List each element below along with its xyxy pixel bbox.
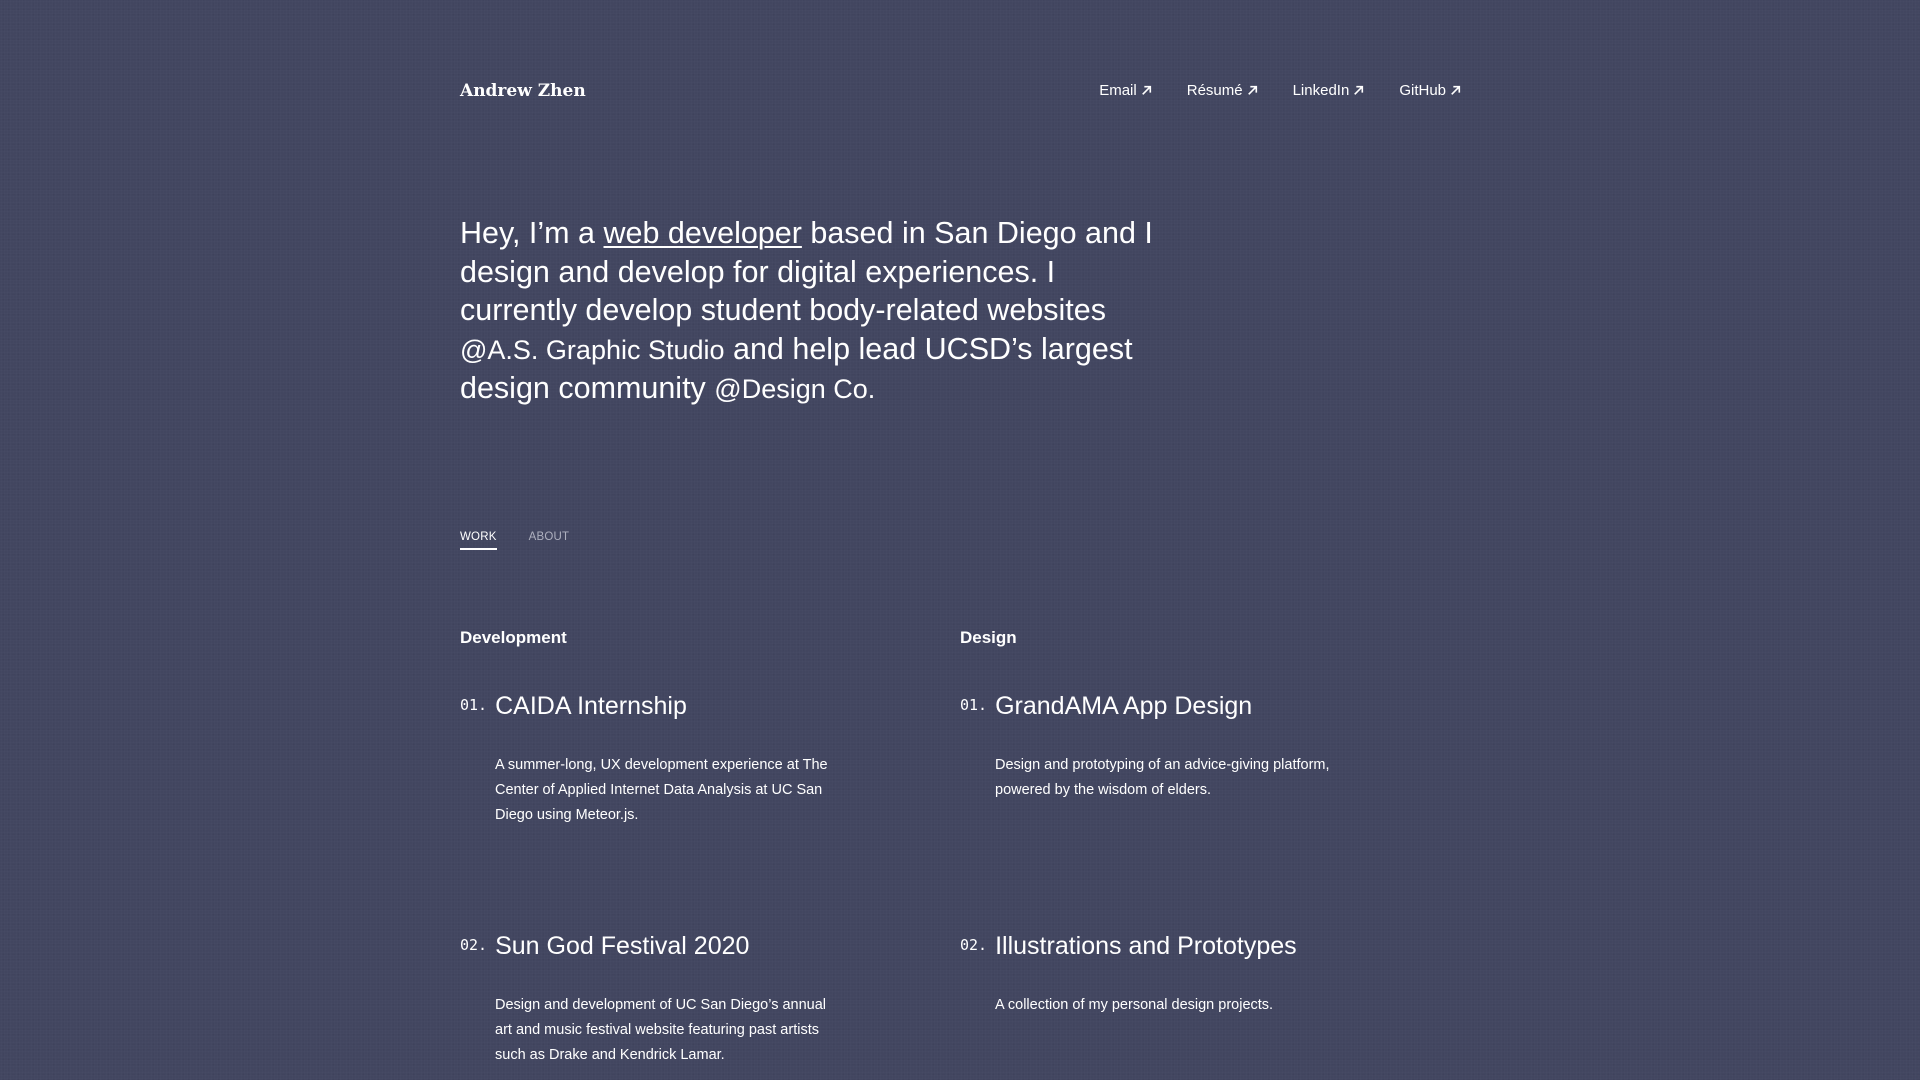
arrow-up-right-icon [1451,85,1461,95]
page: Andrew Zhen Email Résumé LinkedIn GitHub… [460,0,1462,1080]
project-card[interactable]: 01. CAIDA Internship A summer-long, UX d… [460,692,930,828]
project-card[interactable]: 01. GrandAMA App Design Design and proto… [960,692,1430,803]
top-nav: Email Résumé LinkedIn GitHub [1099,82,1462,99]
project-title[interactable]: GrandAMA App Design [995,692,1252,721]
project-number: 01. [960,696,988,714]
site-header: Andrew Zhen Email Résumé LinkedIn GitHub [460,80,1462,104]
project-header: 02. Sun God Festival 2020 [460,932,930,961]
nav-link-label: Email [1099,82,1137,99]
web-developer-link[interactable]: web developer [604,216,802,250]
project-card[interactable]: 02. Sun God Festival 2020 Design and dev… [460,932,930,1068]
project-description: Design and prototyping of an advice-givi… [995,757,1330,798]
section-title: Development [460,628,567,647]
nav-link-label: GitHub [1399,82,1446,99]
content-tabs: WORK ABOUT [460,531,569,550]
design-co-link[interactable]: @Design Co. [714,374,875,404]
as-graphic-studio-link[interactable]: @A.S. Graphic Studio [460,335,725,365]
arrow-up-right-icon [1247,85,1257,95]
project-header: 01. GrandAMA App Design [960,692,1430,721]
tab-work[interactable]: WORK [460,531,497,550]
project-description: A collection of my personal design proje… [995,997,1274,1013]
nav-link-label: LinkedIn [1292,82,1350,99]
project-title[interactable]: Illustrations and Prototypes [995,932,1297,961]
site-logo[interactable]: Andrew Zhen [460,81,586,101]
project-number: 01. [460,696,488,714]
project-title[interactable]: CAIDA Internship [495,692,687,721]
nav-link-resume[interactable]: Résumé [1187,82,1259,99]
project-card[interactable]: 02. Illustrations and Prototypes A colle… [960,932,1430,1018]
project-description: Design and development of UC San Diego’s… [495,997,827,1063]
project-description: A summer-long, UX development experience… [495,757,828,823]
hero-intro: Hey, I’m a web developer based in San Di… [460,214,1180,409]
project-title[interactable]: Sun God Festival 2020 [495,932,749,961]
nav-link-github[interactable]: GitHub [1399,82,1462,99]
project-header: 01. CAIDA Internship [460,692,930,721]
arrow-up-right-icon [1141,85,1151,95]
project-number: 02. [460,936,488,954]
nav-link-linkedin[interactable]: LinkedIn [1293,82,1366,99]
project-header: 02. Illustrations and Prototypes [960,932,1430,961]
section-title: Design [960,628,1017,647]
hero-text-1: Hey, I’m a [460,216,604,250]
arrow-up-right-icon [1354,85,1364,95]
tab-about[interactable]: ABOUT [529,531,570,550]
nav-link-email[interactable]: Email [1099,82,1153,99]
project-number: 02. [960,936,988,954]
nav-link-label: Résumé [1186,82,1243,99]
